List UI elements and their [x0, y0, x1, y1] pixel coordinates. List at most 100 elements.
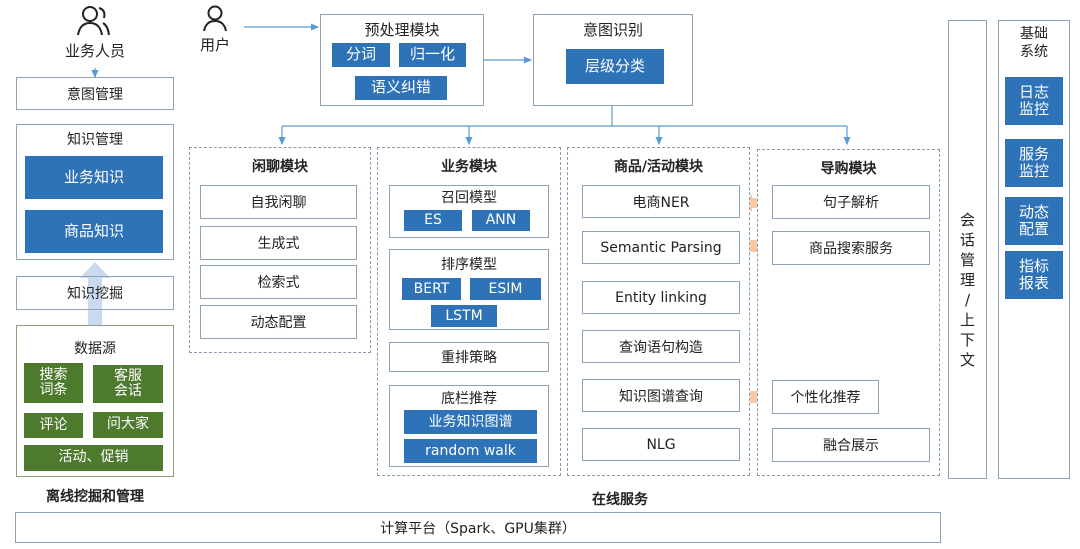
knowledge-management-title: 知识管理	[67, 132, 123, 148]
recall-ann-label: ANN	[485, 212, 517, 229]
chitchat-retrieval[interactable]: 检索式	[200, 265, 357, 299]
recall-ann[interactable]: ANN	[472, 210, 530, 231]
business-kg-label: 业务知识图谱	[428, 413, 513, 430]
chitchat-generative-label: 生成式	[257, 236, 300, 252]
ranking-bert-label: BERT	[413, 280, 450, 297]
data-source-cs-sessions[interactable]: 客服 会话	[93, 365, 163, 403]
ranking-lstm[interactable]: LSTM	[431, 305, 497, 327]
session-management-box[interactable]: 会 话 管 理 / 上 下 文	[948, 20, 987, 479]
intent-management-label: 意图管理	[67, 86, 123, 103]
guide-sentence-parse[interactable]: 句子解析	[772, 185, 930, 219]
session-management-label: 会 话 管 理 / 上 下 文	[960, 210, 975, 370]
knowledge-mining-box[interactable]: 知识挖掘	[16, 276, 174, 310]
product-semantic-parsing[interactable]: Semantic Parsing	[582, 231, 740, 264]
session-char: 理	[959, 270, 975, 289]
product-ner-label: 电商NER	[632, 194, 690, 211]
data-source-search-terms[interactable]: 搜索 词条	[24, 363, 83, 403]
session-char: 文	[959, 350, 975, 369]
session-char: 管	[959, 250, 975, 269]
guide-fusion-display[interactable]: 融合展示	[772, 428, 930, 462]
users-icon	[77, 6, 110, 36]
spell-correct-label: 语义纠错	[370, 78, 431, 97]
rerank-strategy[interactable]: 重排策略	[389, 342, 549, 372]
preprocess-spell-correct[interactable]: 语义纠错	[355, 76, 447, 100]
shopping-guide-title: 导购模块	[820, 161, 877, 177]
data-source-ask-all[interactable]: 问大家	[93, 412, 163, 438]
knowledge-mining-label: 知识挖掘	[67, 286, 123, 302]
product-ner[interactable]: 电商NER	[582, 185, 740, 218]
base-log-monitor[interactable]: 日志 监控	[1005, 77, 1063, 125]
product-nlg[interactable]: NLG	[582, 428, 740, 461]
fusion-display-label: 融合展示	[823, 438, 879, 454]
guide-personalized-recommend[interactable]: 个性化推荐	[772, 380, 879, 414]
product-entity-linking[interactable]: Entity linking	[582, 281, 740, 314]
random-walk-label: random walk	[425, 442, 516, 459]
intent-hierarchical-classify[interactable]: 层级分类	[566, 49, 664, 84]
business-title: 业务模块	[441, 159, 497, 175]
data-source-reviews[interactable]: 评论	[24, 413, 83, 438]
chitchat-dynamic-config[interactable]: 动态配置	[200, 305, 357, 339]
hierarchical-classify-label: 层级分类	[584, 56, 645, 75]
sentence-parse-label: 句子解析	[823, 195, 879, 211]
cs-sessions-label: 客服 会话	[114, 367, 142, 399]
product-title: 商品/活动模块	[613, 159, 704, 175]
session-char: /	[964, 290, 971, 309]
product-kg-query[interactable]: 知识图谱查询	[582, 379, 740, 412]
intent-module: 意图识别 层级分类	[533, 14, 693, 106]
service-monitor-label: 服务 监控	[1018, 144, 1049, 180]
base-service-monitor[interactable]: 服务 监控	[1005, 139, 1063, 187]
ranking-lstm-label: LSTM	[445, 307, 483, 324]
ranking-esim[interactable]: ESIM	[470, 278, 541, 300]
search-terms-label: 搜索 词条	[39, 366, 68, 398]
session-char: 话	[959, 230, 975, 249]
fallback-random-walk[interactable]: random walk	[404, 439, 537, 463]
business-knowledge-item[interactable]: 业务知识	[25, 156, 163, 199]
chitchat-title: 闲聊模块	[252, 159, 308, 175]
session-char: 下	[959, 330, 975, 349]
preprocess-normalize[interactable]: 归一化	[399, 43, 466, 67]
chitchat-dynamic-config-label: 动态配置	[250, 315, 307, 331]
recall-es-label: ES	[424, 212, 442, 229]
user-icon	[203, 5, 227, 32]
promotions-label: 活动、促销	[58, 449, 129, 466]
business-staff-actor: 业务人员	[50, 4, 140, 61]
ranking-model-title: 排序模型	[441, 257, 497, 273]
chitchat-self[interactable]: 自我闲聊	[200, 185, 357, 219]
base-system-box: 基础 系统 日志 监控 服务 监控 动态 配置 指标 报表	[998, 20, 1070, 479]
shopping-guide-module: 导购模块 句子解析 商品搜索服务 个性化推荐 融合展示	[757, 149, 940, 476]
session-char: 会	[959, 210, 975, 229]
offline-section-label: 离线挖掘和管理	[46, 489, 144, 505]
business-knowledge-label: 业务知识	[63, 167, 124, 186]
business-staff-label: 业务人员	[64, 42, 125, 60]
semantic-parsing-label: Semantic Parsing	[600, 239, 722, 256]
data-source-promotions[interactable]: 活动、促销	[24, 445, 163, 471]
business-module: 业务模块 召回模型 ES ANN 排序模型 BERT ESIM LSTM 重排策…	[377, 147, 561, 476]
chitchat-self-label: 自我闲聊	[250, 195, 307, 211]
guide-product-search[interactable]: 商品搜索服务	[772, 231, 930, 265]
ranking-esim-label: ESIM	[488, 280, 523, 297]
compute-platform-bar[interactable]: 计算平台（Spark、GPU集群）	[15, 512, 941, 543]
base-metrics-report[interactable]: 指标 报表	[1005, 251, 1063, 299]
product-search-label: 商品搜索服务	[809, 241, 893, 257]
ranking-bert[interactable]: BERT	[402, 278, 461, 300]
intent-management-box[interactable]: 意图管理	[16, 77, 174, 110]
dynamic-config-label: 动态 配置	[1018, 202, 1049, 238]
base-dynamic-config[interactable]: 动态 配置	[1005, 197, 1063, 245]
product-knowledge-item[interactable]: 商品知识	[25, 210, 163, 253]
preprocess-tokenize[interactable]: 分词	[332, 43, 390, 67]
fallback-business-kg[interactable]: 业务知识图谱	[404, 410, 537, 434]
fallback-recommend-title: 底栏推荐	[441, 391, 497, 407]
nlg-label: NLG	[646, 436, 676, 453]
product-query-construct[interactable]: 查询语句构造	[582, 330, 740, 363]
metrics-report-label: 指标 报表	[1018, 256, 1049, 292]
preprocess-title: 预处理模块	[364, 21, 440, 39]
data-source-box: 数据源 搜索 词条 客服 会话 评论 问大家 活动、促销	[16, 325, 174, 477]
recall-es[interactable]: ES	[404, 210, 462, 231]
entity-linking-label: Entity linking	[615, 289, 707, 306]
personalized-recommend-label: 个性化推荐	[790, 390, 861, 406]
chitchat-generative[interactable]: 生成式	[200, 226, 357, 260]
normalize-label: 归一化	[409, 45, 455, 64]
product-module: 商品/活动模块 电商NER Semantic Parsing Entity li…	[567, 147, 750, 476]
knowledge-management-box: 知识管理 业务知识 商品知识	[16, 124, 174, 260]
compute-platform-label: 计算平台（Spark、GPU集群）	[380, 520, 576, 537]
